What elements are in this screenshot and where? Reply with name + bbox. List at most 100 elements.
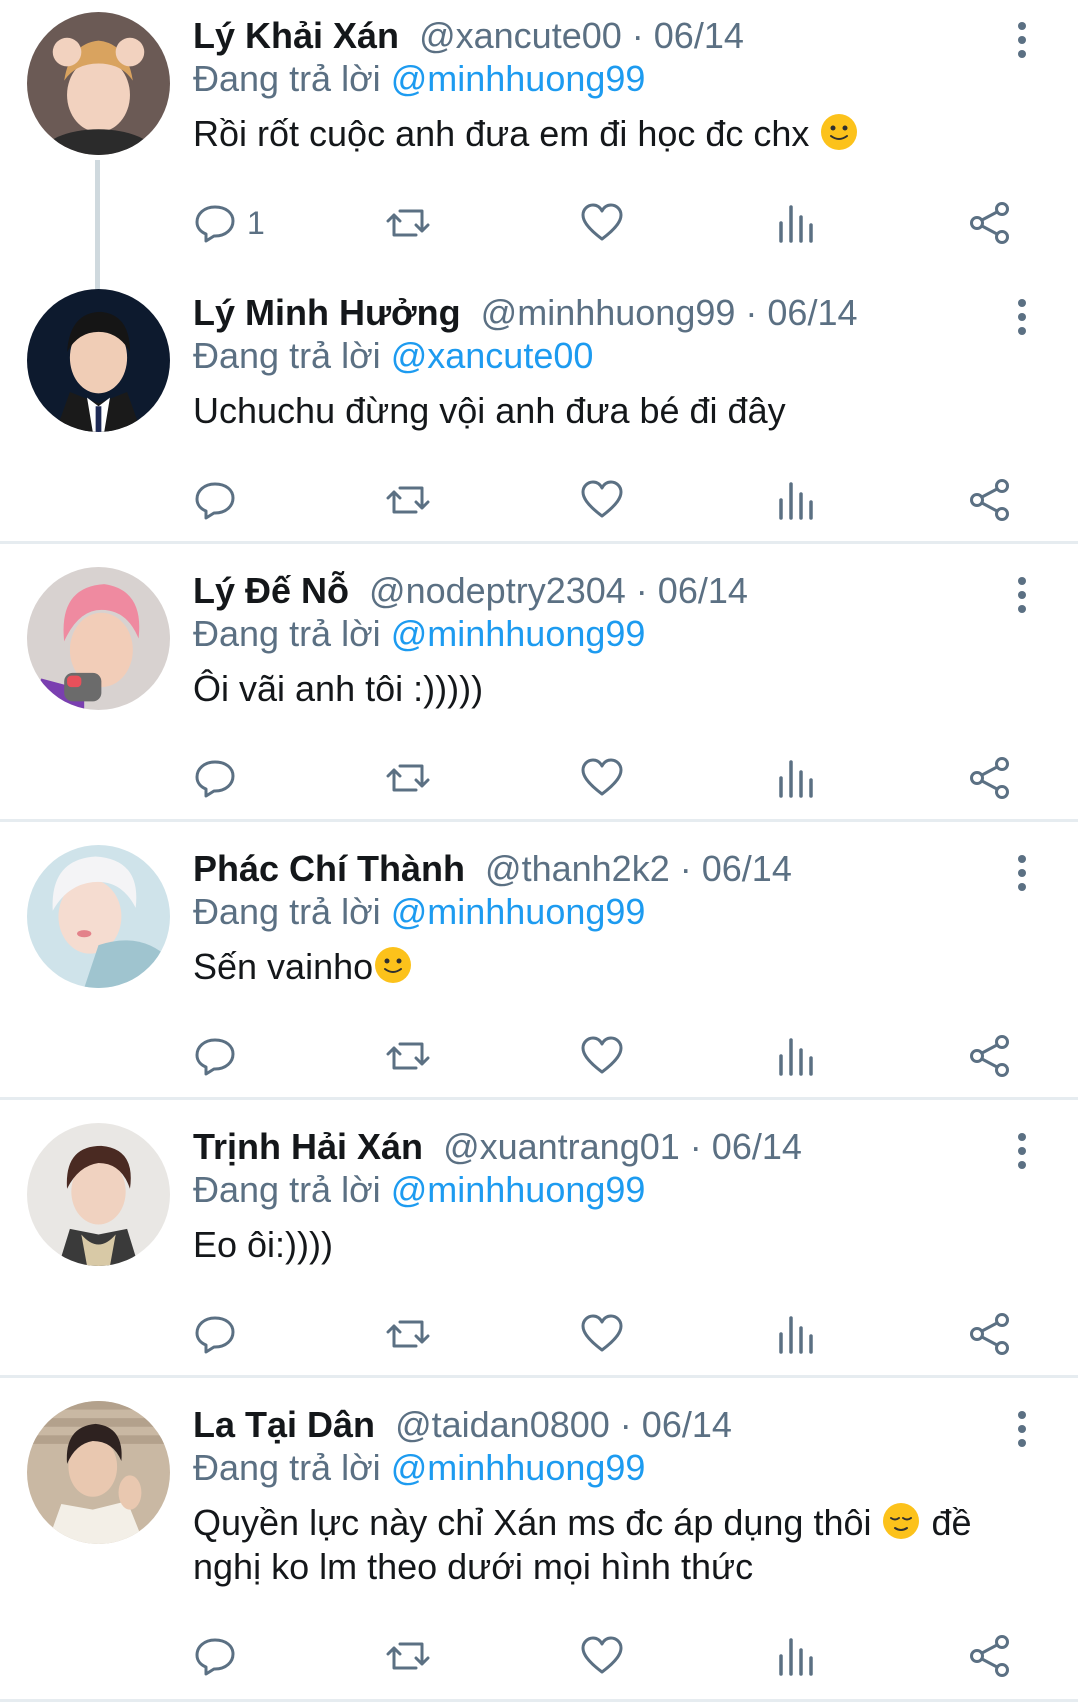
share-button[interactable]	[968, 475, 1012, 525]
analytics-button[interactable]	[775, 1631, 819, 1681]
share-button[interactable]	[968, 1031, 1012, 1081]
handle[interactable]: @xancute00	[419, 15, 622, 56]
mention-link[interactable]: @minhhuong99	[391, 1169, 646, 1210]
retweet-button[interactable]	[386, 753, 430, 803]
avatar[interactable]	[27, 567, 170, 710]
more-icon[interactable]	[1010, 1407, 1034, 1451]
share-button[interactable]	[968, 1631, 1012, 1681]
handle[interactable]: @thanh2k2	[485, 848, 670, 889]
tweet-date[interactable]: 06/14	[642, 1404, 732, 1445]
tweet-date[interactable]: 06/14	[712, 1126, 802, 1167]
retweet-button[interactable]	[386, 1031, 430, 1081]
reply-button[interactable]	[193, 753, 237, 803]
replying-to: Đang trả lời @xancute00	[193, 334, 593, 378]
reply-button[interactable]	[193, 475, 237, 525]
like-button[interactable]	[580, 753, 624, 803]
analytics-button[interactable]	[775, 475, 819, 525]
analytics-button[interactable]	[775, 1309, 819, 1359]
retweet-button[interactable]	[386, 475, 430, 525]
reply-button[interactable]: 1	[193, 198, 265, 248]
handle[interactable]: @taidan0800	[395, 1404, 610, 1445]
more-icon[interactable]	[1010, 18, 1034, 62]
share-icon	[970, 1313, 1009, 1355]
mention-link[interactable]: @minhhuong99	[391, 891, 646, 932]
handle[interactable]: @xuantrang01	[443, 1126, 680, 1167]
avatar[interactable]	[27, 1123, 170, 1266]
display-name[interactable]: Lý Đế Nỗ	[193, 570, 349, 611]
share-button[interactable]	[968, 198, 1012, 248]
retweet-button[interactable]	[386, 198, 430, 248]
replying-to: Đang trả lời @minhhuong99	[193, 1446, 645, 1490]
separator: ·	[619, 1404, 642, 1445]
tweet-actions	[0, 1031, 1078, 1081]
analytics-icon	[779, 205, 813, 243]
share-icon	[970, 479, 1009, 521]
replying-label: Đang trả lời	[193, 613, 381, 654]
like-icon	[581, 758, 623, 796]
slightly-smiling-face-emoji	[375, 947, 412, 983]
more-icon[interactable]	[1010, 1129, 1034, 1173]
display-name[interactable]: Phác Chí Thành	[193, 848, 465, 889]
reply-button[interactable]	[193, 1631, 237, 1681]
replying-to: Đang trả lời @minhhuong99	[193, 612, 645, 656]
avatar[interactable]	[27, 289, 170, 432]
share-icon	[970, 1035, 1009, 1077]
analytics-button[interactable]	[775, 753, 819, 803]
more-icon[interactable]	[1010, 295, 1034, 339]
share-button[interactable]	[968, 753, 1012, 803]
mention-link[interactable]: @xancute00	[391, 335, 594, 376]
more-icon[interactable]	[1010, 573, 1034, 617]
more-icon[interactable]	[1010, 851, 1034, 895]
mention-link[interactable]: @minhhuong99	[391, 613, 646, 654]
handle[interactable]: @nodeptry2304	[369, 570, 626, 611]
avatar[interactable]	[27, 1401, 170, 1544]
replying-label: Đang trả lời	[193, 1169, 381, 1210]
tweet-text-content: Quyền lực này chỉ Xán ms đc áp dụng thôi	[193, 1502, 882, 1543]
retweet-button[interactable]	[386, 1631, 430, 1681]
tweet-text: Uchuchu đừng vội anh đưa bé đi đây	[193, 389, 1043, 433]
avatar-image	[27, 12, 170, 155]
avatar-image	[27, 567, 170, 710]
tweet-date[interactable]: 06/14	[654, 15, 744, 56]
reply-icon	[195, 482, 235, 520]
analytics-button[interactable]	[775, 198, 819, 248]
display-name[interactable]: Lý Minh Hưởng	[193, 292, 461, 333]
like-button[interactable]	[580, 1631, 624, 1681]
tweet-header: Lý Đế Nỗ @nodeptry2304 · 06/14	[193, 569, 748, 613]
display-name[interactable]: Trịnh Hải Xán	[193, 1126, 423, 1167]
divider	[0, 1699, 1078, 1702]
avatar-image	[27, 845, 170, 988]
separator: ·	[689, 1126, 712, 1167]
reply-button[interactable]	[193, 1309, 237, 1359]
tweet-date[interactable]: 06/14	[767, 292, 857, 333]
tweet-date[interactable]: 06/14	[658, 570, 748, 611]
tweet-text-content: Rồi rốt cuộc anh đưa em đi học đc chx	[193, 113, 820, 154]
reply-button[interactable]	[193, 1031, 237, 1081]
like-icon	[581, 1636, 623, 1674]
like-button[interactable]	[580, 1309, 624, 1359]
like-button[interactable]	[580, 198, 624, 248]
mention-link[interactable]: @minhhuong99	[391, 1447, 646, 1488]
relieved-face-emoji	[883, 1503, 920, 1539]
separator: ·	[631, 15, 654, 56]
analytics-icon	[779, 1638, 813, 1676]
retweet-button[interactable]	[386, 1309, 430, 1359]
avatar[interactable]	[27, 12, 170, 155]
tweet-actions	[0, 475, 1078, 525]
handle[interactable]: @minhhuong99	[481, 292, 736, 333]
tweet-date[interactable]: 06/14	[702, 848, 792, 889]
replying-label: Đang trả lời	[193, 1447, 381, 1488]
analytics-icon	[779, 1316, 813, 1354]
display-name[interactable]: La Tại Dân	[193, 1404, 375, 1445]
display-name[interactable]: Lý Khải Xán	[193, 15, 399, 56]
share-button[interactable]	[968, 1309, 1012, 1359]
analytics-button[interactable]	[775, 1031, 819, 1081]
like-icon	[581, 1036, 623, 1074]
mention-link[interactable]: @minhhuong99	[391, 58, 646, 99]
retweet-icon	[386, 209, 430, 237]
slightly-smiling-face-emoji	[821, 114, 858, 150]
avatar[interactable]	[27, 845, 170, 988]
like-button[interactable]	[580, 475, 624, 525]
like-button[interactable]	[580, 1031, 624, 1081]
tweet-text-content: Ôi vãi anh tôi :)))))	[193, 668, 484, 709]
